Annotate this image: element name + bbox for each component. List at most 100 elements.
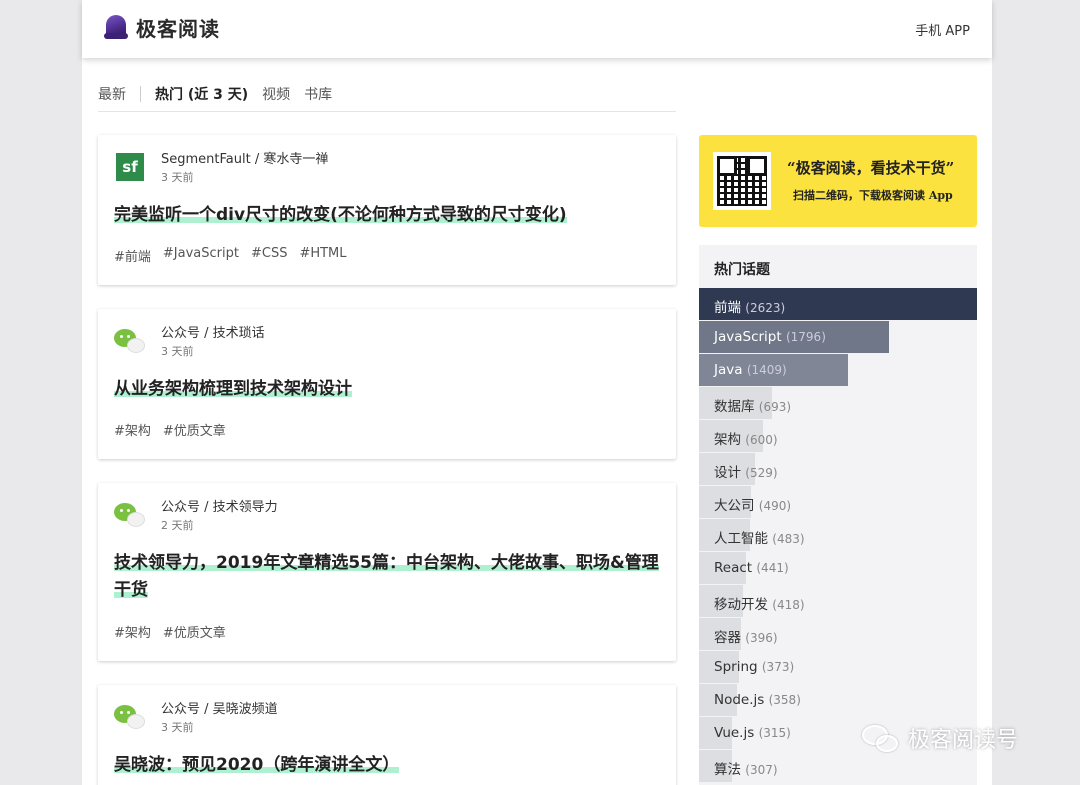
topic-item[interactable]: Spring (373): [699, 651, 977, 683]
wechat-icon: [114, 701, 146, 733]
tag[interactable]: #架构: [114, 420, 151, 439]
topic-name: JavaScript: [714, 329, 782, 345]
topic-label: React (441): [714, 560, 789, 576]
segmentfault-icon: sf: [114, 151, 146, 183]
tag[interactable]: #优质文章: [163, 622, 226, 641]
topic-label: 设计 (529): [714, 461, 778, 481]
hot-topics-panel: 热门话题 前端 (2623) JavaScript (1796) Java (140…: [699, 245, 977, 785]
topic-count: (315): [758, 726, 791, 740]
topic-count: (441): [756, 561, 789, 575]
topic-item[interactable]: 人工智能 (483): [699, 519, 977, 551]
topic-count: (307): [745, 763, 778, 777]
hot-topics-title: 热门话题: [714, 262, 770, 278]
topic-label: 容器 (396): [714, 626, 778, 646]
article-title[interactable]: 技术领导力，2019年文章精选55篇：中台架构、大佬故事、职场&管理干货: [114, 550, 664, 604]
topic-count: (396): [745, 631, 778, 645]
topic-count: (2623): [745, 301, 786, 315]
brand-logo[interactable]: 极客阅读: [104, 12, 220, 42]
topic-item[interactable]: Java (1409): [699, 354, 977, 386]
tab-library[interactable]: 书库: [304, 80, 332, 108]
topic-count: (1796): [785, 330, 826, 344]
topic-item[interactable]: 数据库 (693): [699, 387, 977, 419]
feed-tabs: 最新 热门 (近 3 天) 视频 书库: [98, 80, 676, 112]
topic-item[interactable]: 大公司 (490): [699, 486, 977, 518]
topic-name: Java: [714, 362, 743, 378]
topic-count: (373): [761, 660, 795, 674]
topic-name: Node.js: [714, 692, 765, 708]
topic-label: 人工智能 (483): [714, 527, 805, 547]
topic-name: 前端: [714, 300, 741, 316]
topic-label: 架构 (600): [714, 428, 778, 448]
article-time: 3 天前: [161, 345, 194, 358]
wechat-icon: [114, 325, 146, 357]
tag[interactable]: #HTML: [299, 246, 346, 265]
topic-count: (1409): [746, 363, 787, 377]
topic-count: (358): [768, 693, 801, 707]
article-source[interactable]: 公众号 / 技术领导力: [161, 501, 278, 514]
app-download-banner[interactable]: “极客阅读，看技术干货” 扫描二维码，下载极客阅读 App: [699, 135, 977, 227]
article-time: 3 天前: [161, 721, 194, 734]
wechat-icon: [114, 499, 146, 531]
topic-name: Vue.js: [714, 725, 755, 741]
topic-label: 算法 (307): [714, 758, 778, 778]
tag[interactable]: #优质文章: [163, 420, 226, 439]
topic-label: Node.js (358): [714, 692, 801, 708]
article-tags: #前端 #JavaScript #CSS #HTML: [114, 246, 359, 265]
qr-code: [713, 152, 771, 210]
topic-count: (693): [758, 400, 792, 414]
topic-item[interactable]: Node.js (358): [699, 684, 977, 716]
topic-count: (490): [758, 499, 792, 513]
mobile-app-link[interactable]: 手机 APP: [915, 20, 970, 39]
bell-logo-icon: [104, 15, 128, 39]
article-card[interactable]: 公众号 / 技术琐话 3 天前 从业务架构梳理到技术架构设计 #架构 #优质文章: [98, 309, 676, 459]
topic-name: 数据库: [714, 399, 755, 415]
article-time: 2 天前: [161, 519, 194, 532]
topic-label: Spring (373): [714, 659, 794, 675]
topic-name: Spring: [714, 659, 758, 675]
wechat-watermark: 极客阅读号: [862, 722, 1018, 754]
article-title[interactable]: 完美监听一个div尺寸的改变(不论何种方式导致的尺寸变化): [114, 202, 664, 229]
tag[interactable]: #CSS: [251, 246, 287, 265]
topic-label: JavaScript (1796): [714, 329, 826, 345]
article-source[interactable]: 公众号 / 吴晓波频道: [161, 703, 278, 716]
topic-label: 数据库 (693): [714, 395, 791, 415]
article-title[interactable]: 吴晓波：预见2020（跨年演讲全文）: [114, 752, 664, 779]
topic-name: 人工智能: [714, 531, 768, 547]
article-card[interactable]: sf SegmentFault / 寒水寺一禅 3 天前 完美监听一个div尺寸…: [98, 135, 676, 285]
banner-subtitle: 扫描二维码，下载极客阅读 App: [793, 189, 953, 202]
tab-hot[interactable]: 热门 (近 3 天): [152, 80, 251, 108]
topic-name: 大公司: [714, 498, 755, 514]
tag[interactable]: #前端: [114, 246, 151, 265]
topic-item[interactable]: 容器 (396): [699, 618, 977, 650]
article-title[interactable]: 从业务架构梳理到技术架构设计: [114, 376, 664, 403]
topic-name: 算法: [714, 762, 741, 778]
topic-label: 大公司 (490): [714, 494, 791, 514]
top-header: 极客阅读 手机 APP: [82, 0, 992, 58]
article-card[interactable]: 公众号 / 吴晓波频道 3 天前 吴晓波：预见2020（跨年演讲全文）: [98, 685, 676, 785]
topic-name: 容器: [714, 630, 741, 646]
wechat-outline-icon: [862, 723, 902, 753]
tag[interactable]: #架构: [114, 622, 151, 641]
article-tags: #架构 #优质文章: [114, 622, 238, 641]
topic-item[interactable]: 架构 (600): [699, 420, 977, 452]
topic-item[interactable]: 前端 (2623): [699, 288, 977, 320]
article-card[interactable]: 公众号 / 技术领导力 2 天前 技术领导力，2019年文章精选55篇：中台架构…: [98, 483, 676, 661]
tab-latest[interactable]: 最新: [98, 80, 126, 108]
topic-name: React: [714, 560, 753, 576]
article-source[interactable]: SegmentFault / 寒水寺一禅: [161, 153, 328, 166]
topic-item[interactable]: React (441): [699, 552, 977, 584]
tag[interactable]: #JavaScript: [163, 246, 239, 265]
topic-item[interactable]: 设计 (529): [699, 453, 977, 485]
tab-divider: [140, 86, 141, 102]
topic-item[interactable]: JavaScript (1796): [699, 321, 977, 353]
tab-video[interactable]: 视频: [262, 80, 290, 108]
topic-item[interactable]: 算法 (307): [699, 750, 977, 782]
topic-label: Vue.js (315): [714, 725, 791, 741]
watermark-text: 极客阅读号: [908, 728, 1019, 753]
topic-label: 移动开发 (418): [714, 593, 805, 613]
topic-count: (529): [745, 466, 778, 480]
topic-item[interactable]: 移动开发 (418): [699, 585, 977, 617]
article-tags: #架构 #优质文章: [114, 420, 238, 439]
article-source[interactable]: 公众号 / 技术琐话: [161, 327, 265, 340]
brand-name: 极客阅读: [136, 16, 220, 41]
